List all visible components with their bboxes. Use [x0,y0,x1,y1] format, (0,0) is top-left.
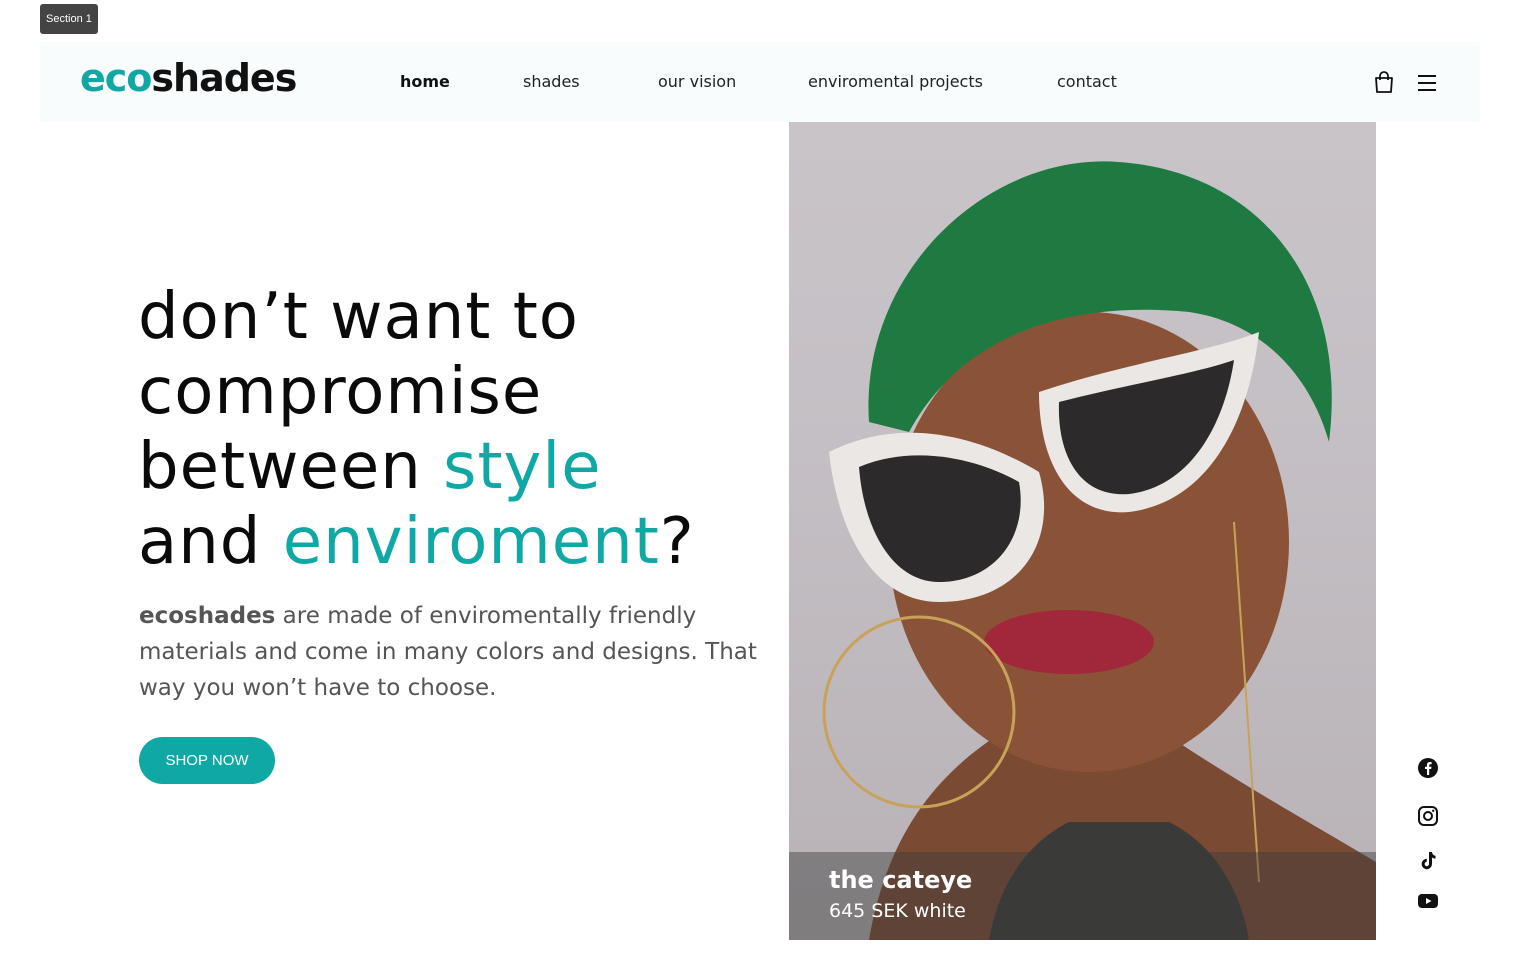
headline-line-1: don’t want to [138,280,579,354]
top-navbar: ecoshades home shades our vision envirom… [40,42,1480,122]
model-illustration [822,161,1376,940]
headline-line-3a: between [138,430,444,504]
brand-logo[interactable]: ecoshades [80,56,297,100]
headline-style-word: style [443,430,602,504]
youtube-icon[interactable] [1416,889,1440,913]
facebook-icon[interactable] [1416,756,1440,780]
hamburger-menu-icon[interactable] [1416,72,1440,94]
product-price-color: 645 SEK white [829,900,966,922]
tiktok-icon[interactable] [1416,849,1440,873]
product-photo: the cateye 645 SEK white [789,122,1376,940]
lede-brand: ecoshades [139,603,276,629]
product-caption: the cateye 645 SEK white [789,852,1376,940]
section-label: Section 1 [40,4,98,34]
hero-description: ecoshades are made of enviromentally fri… [139,598,759,706]
headline-line-4a: and [138,505,283,579]
logo-shades: shades [151,56,297,100]
nav-home[interactable]: home [400,72,450,91]
headline-enviroment-word: enviroment [282,505,660,579]
shopping-bag-icon[interactable] [1372,70,1396,94]
product-name: the cateye [829,866,973,894]
headline-line-2: compromise [138,355,543,429]
nav-our-vision[interactable]: our vision [658,72,736,91]
logo-eco: eco [80,56,152,100]
nav-enviromental-projects[interactable]: enviromental projects [808,72,983,91]
nav-shades[interactable]: shades [523,72,580,91]
nav-contact[interactable]: contact [1057,72,1117,91]
headline-question-mark: ? [659,505,695,579]
hero-headline: don’t want to compromise between style a… [138,280,758,580]
instagram-icon[interactable] [1416,804,1440,828]
shop-now-button[interactable]: SHOP NOW [139,737,275,784]
